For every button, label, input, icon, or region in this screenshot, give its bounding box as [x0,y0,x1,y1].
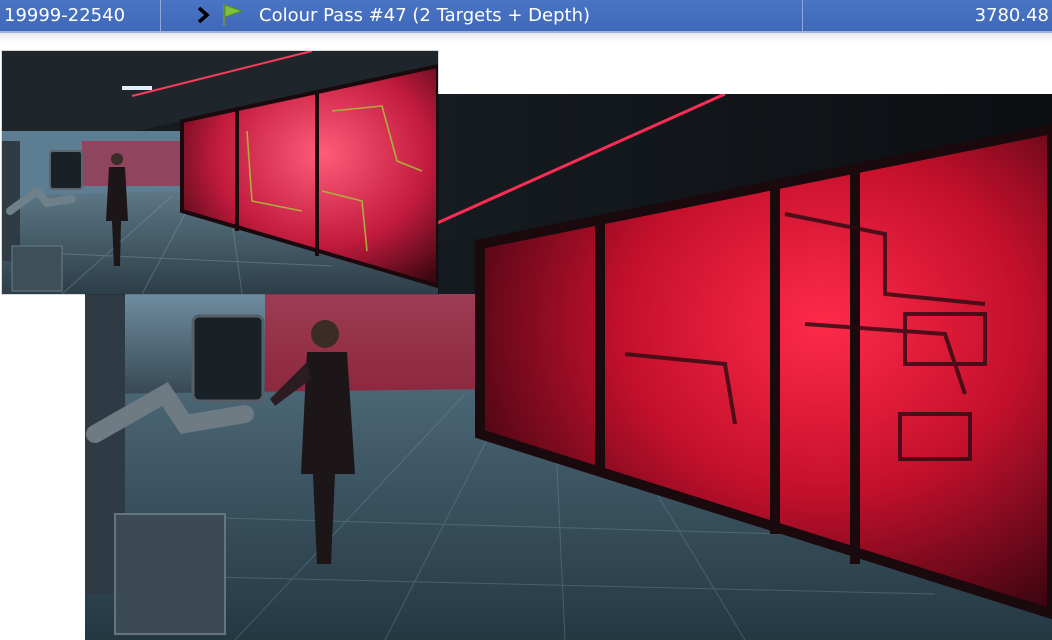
render-target-small[interactable] [2,51,438,294]
event-name-cell: Colour Pass #47 (2 Targets + Depth) [161,0,803,31]
green-flag-icon [223,4,243,26]
renderdoc-view: 19999-22540 Colour Pass #47 (2 Targets +… [0,0,1052,640]
chevron-right-icon[interactable] [195,6,213,24]
event-name: Colour Pass #47 (2 Targets + Depth) [259,5,591,26]
row-divider [0,33,1052,42]
event-row-colour-pass[interactable]: 19999-22540 Colour Pass #47 (2 Targets +… [0,0,1052,33]
event-id-range: 19999-22540 [4,5,126,26]
duration-cell: 3780.48 [803,0,1052,31]
event-id-cell: 19999-22540 [0,0,161,31]
event-duration: 3780.48 [974,5,1049,26]
